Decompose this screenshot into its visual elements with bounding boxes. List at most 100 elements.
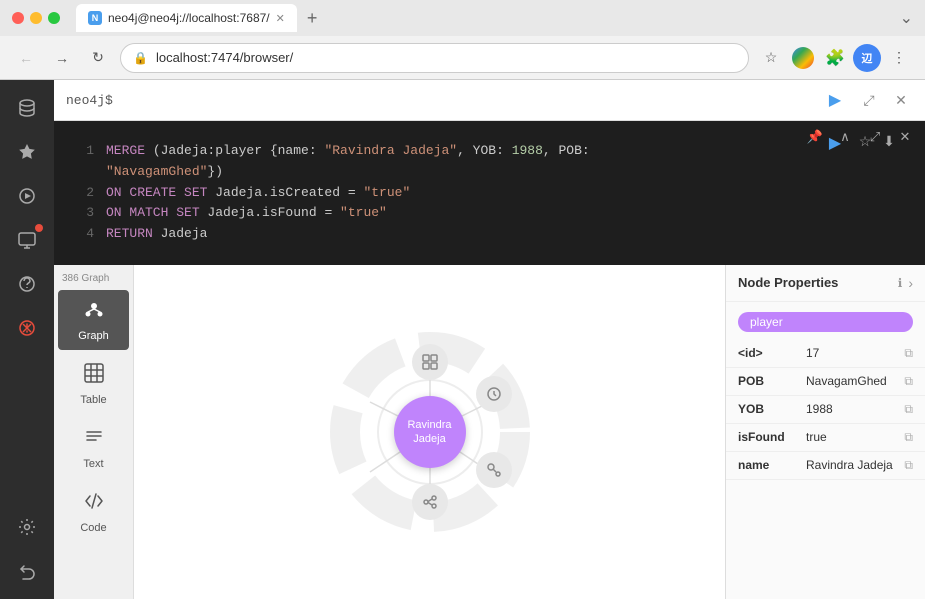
chrome-icon[interactable] <box>789 44 817 72</box>
sidebar-icon-favorites[interactable] <box>7 132 47 172</box>
view-item-table[interactable]: Table <box>58 354 129 414</box>
pin-button[interactable]: 📌 <box>803 125 827 149</box>
orbit-icon-bottom-right[interactable] <box>476 452 512 488</box>
sidebar-icon-undo[interactable] <box>7 551 47 591</box>
code-line-2: 2 ON CREATE SET Jadeja.isCreated = "true… <box>54 183 925 204</box>
main-node-label: Ravindra Jadeja <box>403 414 455 451</box>
prop-name-pob: POB <box>738 374 798 388</box>
prop-copy-name[interactable]: ⧉ <box>904 458 913 473</box>
sidebar-icon-database[interactable] <box>7 88 47 128</box>
orbit-icon-top-right[interactable] <box>476 376 512 412</box>
prop-name-yob: YOB <box>738 402 798 416</box>
expand-button[interactable]: ⤢ <box>863 125 887 149</box>
results-area: 386 Graph Graph <box>54 265 925 599</box>
new-tab-button[interactable]: + <box>301 8 324 29</box>
view-item-graph[interactable]: Graph <box>58 290 129 350</box>
sidebar-icon-play[interactable] <box>7 176 47 216</box>
prop-name-id: <id> <box>738 346 798 360</box>
prop-row-id: <id> 17 ⧉ <box>726 340 925 368</box>
sidebar-icon-help[interactable] <box>7 264 47 304</box>
extensions-icon[interactable]: 🧩 <box>821 44 849 72</box>
url-bar[interactable]: 🔒 localhost:7474/browser/ <box>120 43 749 73</box>
sidebar-icon-monitor[interactable] <box>7 220 47 260</box>
code-line-2-content: ON CREATE SET Jadeja.isCreated = "true" <box>106 183 410 204</box>
query-panel: 📌 ∧ ⤢ ✕ ▶ ☆ ⬇ 1 MERGE (Jadeja:player {na… <box>54 121 925 265</box>
profile-button[interactable]: 辺 <box>853 44 881 72</box>
orbit-icon-bottom[interactable] <box>412 484 448 520</box>
prop-name-name: name <box>738 458 798 472</box>
view-item-code[interactable]: Code <box>58 482 129 542</box>
lock-icon: 🔒 <box>133 51 148 65</box>
cmd-expand-button[interactable]: ⤢ <box>857 88 881 112</box>
node-properties-panel: Node Properties ℹ › player <id> 17 ⧉ POB… <box>725 265 925 599</box>
maximize-button[interactable] <box>48 12 60 24</box>
prop-value-yob: 1988 <box>806 402 896 416</box>
prop-value-id: 17 <box>806 346 896 360</box>
tab-close-button[interactable]: ✕ <box>276 12 285 25</box>
table-view-label: Table <box>80 394 106 406</box>
prop-row-isfound: isFound true ⧉ <box>726 424 925 452</box>
query-header-buttons: 📌 ∧ ⤢ ✕ <box>803 125 917 149</box>
orbit-icon-top[interactable] <box>412 344 448 380</box>
line-number-3: 3 <box>70 203 94 224</box>
node-properties-expand-icon[interactable]: › <box>908 275 913 291</box>
collapse-button[interactable]: ∧ <box>833 125 857 149</box>
code-view-icon <box>83 490 105 518</box>
code-line-3-content: ON MATCH SET Jadeja.isFound = "true" <box>106 203 387 224</box>
view-item-text[interactable]: Text <box>58 418 129 478</box>
tab-title: neo4j@neo4j://localhost:7687/ <box>108 11 270 25</box>
code-line-4: 4 RETURN Jadeja <box>54 224 925 245</box>
main-content: neo4j$ ▶ ⤢ ✕ 📌 ∧ ⤢ ✕ ▶ ☆ ⬇ 1 MERGE <box>0 80 925 599</box>
prop-name-isfound: isFound <box>738 430 798 444</box>
line-number-4: 4 <box>70 224 94 245</box>
menu-icon[interactable]: ⋮ <box>885 44 913 72</box>
node-properties-title: Node Properties <box>738 275 892 290</box>
cmd-close-button[interactable]: ✕ <box>889 88 913 112</box>
code-line-3: 3 ON MATCH SET Jadeja.isFound = "true" <box>54 203 925 224</box>
prop-copy-yob[interactable]: ⧉ <box>904 402 913 417</box>
minimize-button[interactable] <box>30 12 42 24</box>
line-number-1b <box>70 162 94 183</box>
line-number-2: 2 <box>70 183 94 204</box>
graph-view-icon <box>83 298 105 326</box>
prop-copy-isfound[interactable]: ⧉ <box>904 430 913 445</box>
node-properties-info-icon[interactable]: ℹ <box>898 276 903 290</box>
command-bar: neo4j$ ▶ ⤢ ✕ <box>54 80 925 121</box>
table-view-icon <box>83 362 105 390</box>
prop-copy-id[interactable]: ⧉ <box>904 346 913 361</box>
graph-view-label: Graph <box>78 330 109 342</box>
prop-row-pob: POB NavagamGhed ⧉ <box>726 368 925 396</box>
prop-row-name: name Ravindra Jadeja ⧉ <box>726 452 925 480</box>
code-line-1: 1 MERGE (Jadeja:player {name: "Ravindra … <box>54 141 925 162</box>
tab-extras-button[interactable]: ⌄ <box>900 8 913 28</box>
node-label-badge[interactable]: player <box>738 312 913 332</box>
neo4j-area: neo4j$ ▶ ⤢ ✕ 📌 ∧ ⤢ ✕ ▶ ☆ ⬇ 1 MERGE <box>54 80 925 599</box>
active-tab[interactable]: N neo4j@neo4j://localhost:7687/ ✕ <box>76 4 297 32</box>
prop-value-pob: NavagamGhed <box>806 374 896 388</box>
command-input[interactable]: neo4j$ <box>66 93 813 108</box>
close-button[interactable] <box>12 12 24 24</box>
cmd-run-button[interactable]: ▶ <box>821 86 849 114</box>
props-table: <id> 17 ⧉ POB NavagamGhed ⧉ YOB 1988 ⧉ <box>726 340 925 599</box>
prop-value-name: Ravindra Jadeja <box>806 458 896 472</box>
text-view-icon <box>83 426 105 454</box>
forward-button[interactable]: → <box>48 44 76 72</box>
address-bar: ← → ↻ 🔒 localhost:7474/browser/ ☆ 🧩 辺 ⋮ <box>0 36 925 80</box>
close-query-button[interactable]: ✕ <box>893 125 917 149</box>
main-node[interactable]: Ravindra Jadeja <box>394 396 466 468</box>
prop-value-isfound: true <box>806 430 896 444</box>
text-view-label: Text <box>83 458 103 470</box>
back-button[interactable]: ← <box>12 44 40 72</box>
bookmark-icon[interactable]: ☆ <box>757 44 785 72</box>
code-editor: 1 MERGE (Jadeja:player {name: "Ravindra … <box>54 129 925 257</box>
sidebar-icon-settings[interactable] <box>7 507 47 547</box>
left-sidebar <box>0 80 54 599</box>
prop-copy-pob[interactable]: ⧉ <box>904 374 913 389</box>
refresh-button[interactable]: ↻ <box>84 44 112 72</box>
traffic-lights <box>12 12 60 24</box>
graph-canvas[interactable]: Ravindra Jadeja <box>134 265 725 599</box>
notification-badge <box>35 224 43 232</box>
tab-bar: N neo4j@neo4j://localhost:7687/ ✕ + <box>76 4 892 32</box>
tab-favicon: N <box>88 11 102 25</box>
sidebar-icon-alert[interactable] <box>7 308 47 348</box>
